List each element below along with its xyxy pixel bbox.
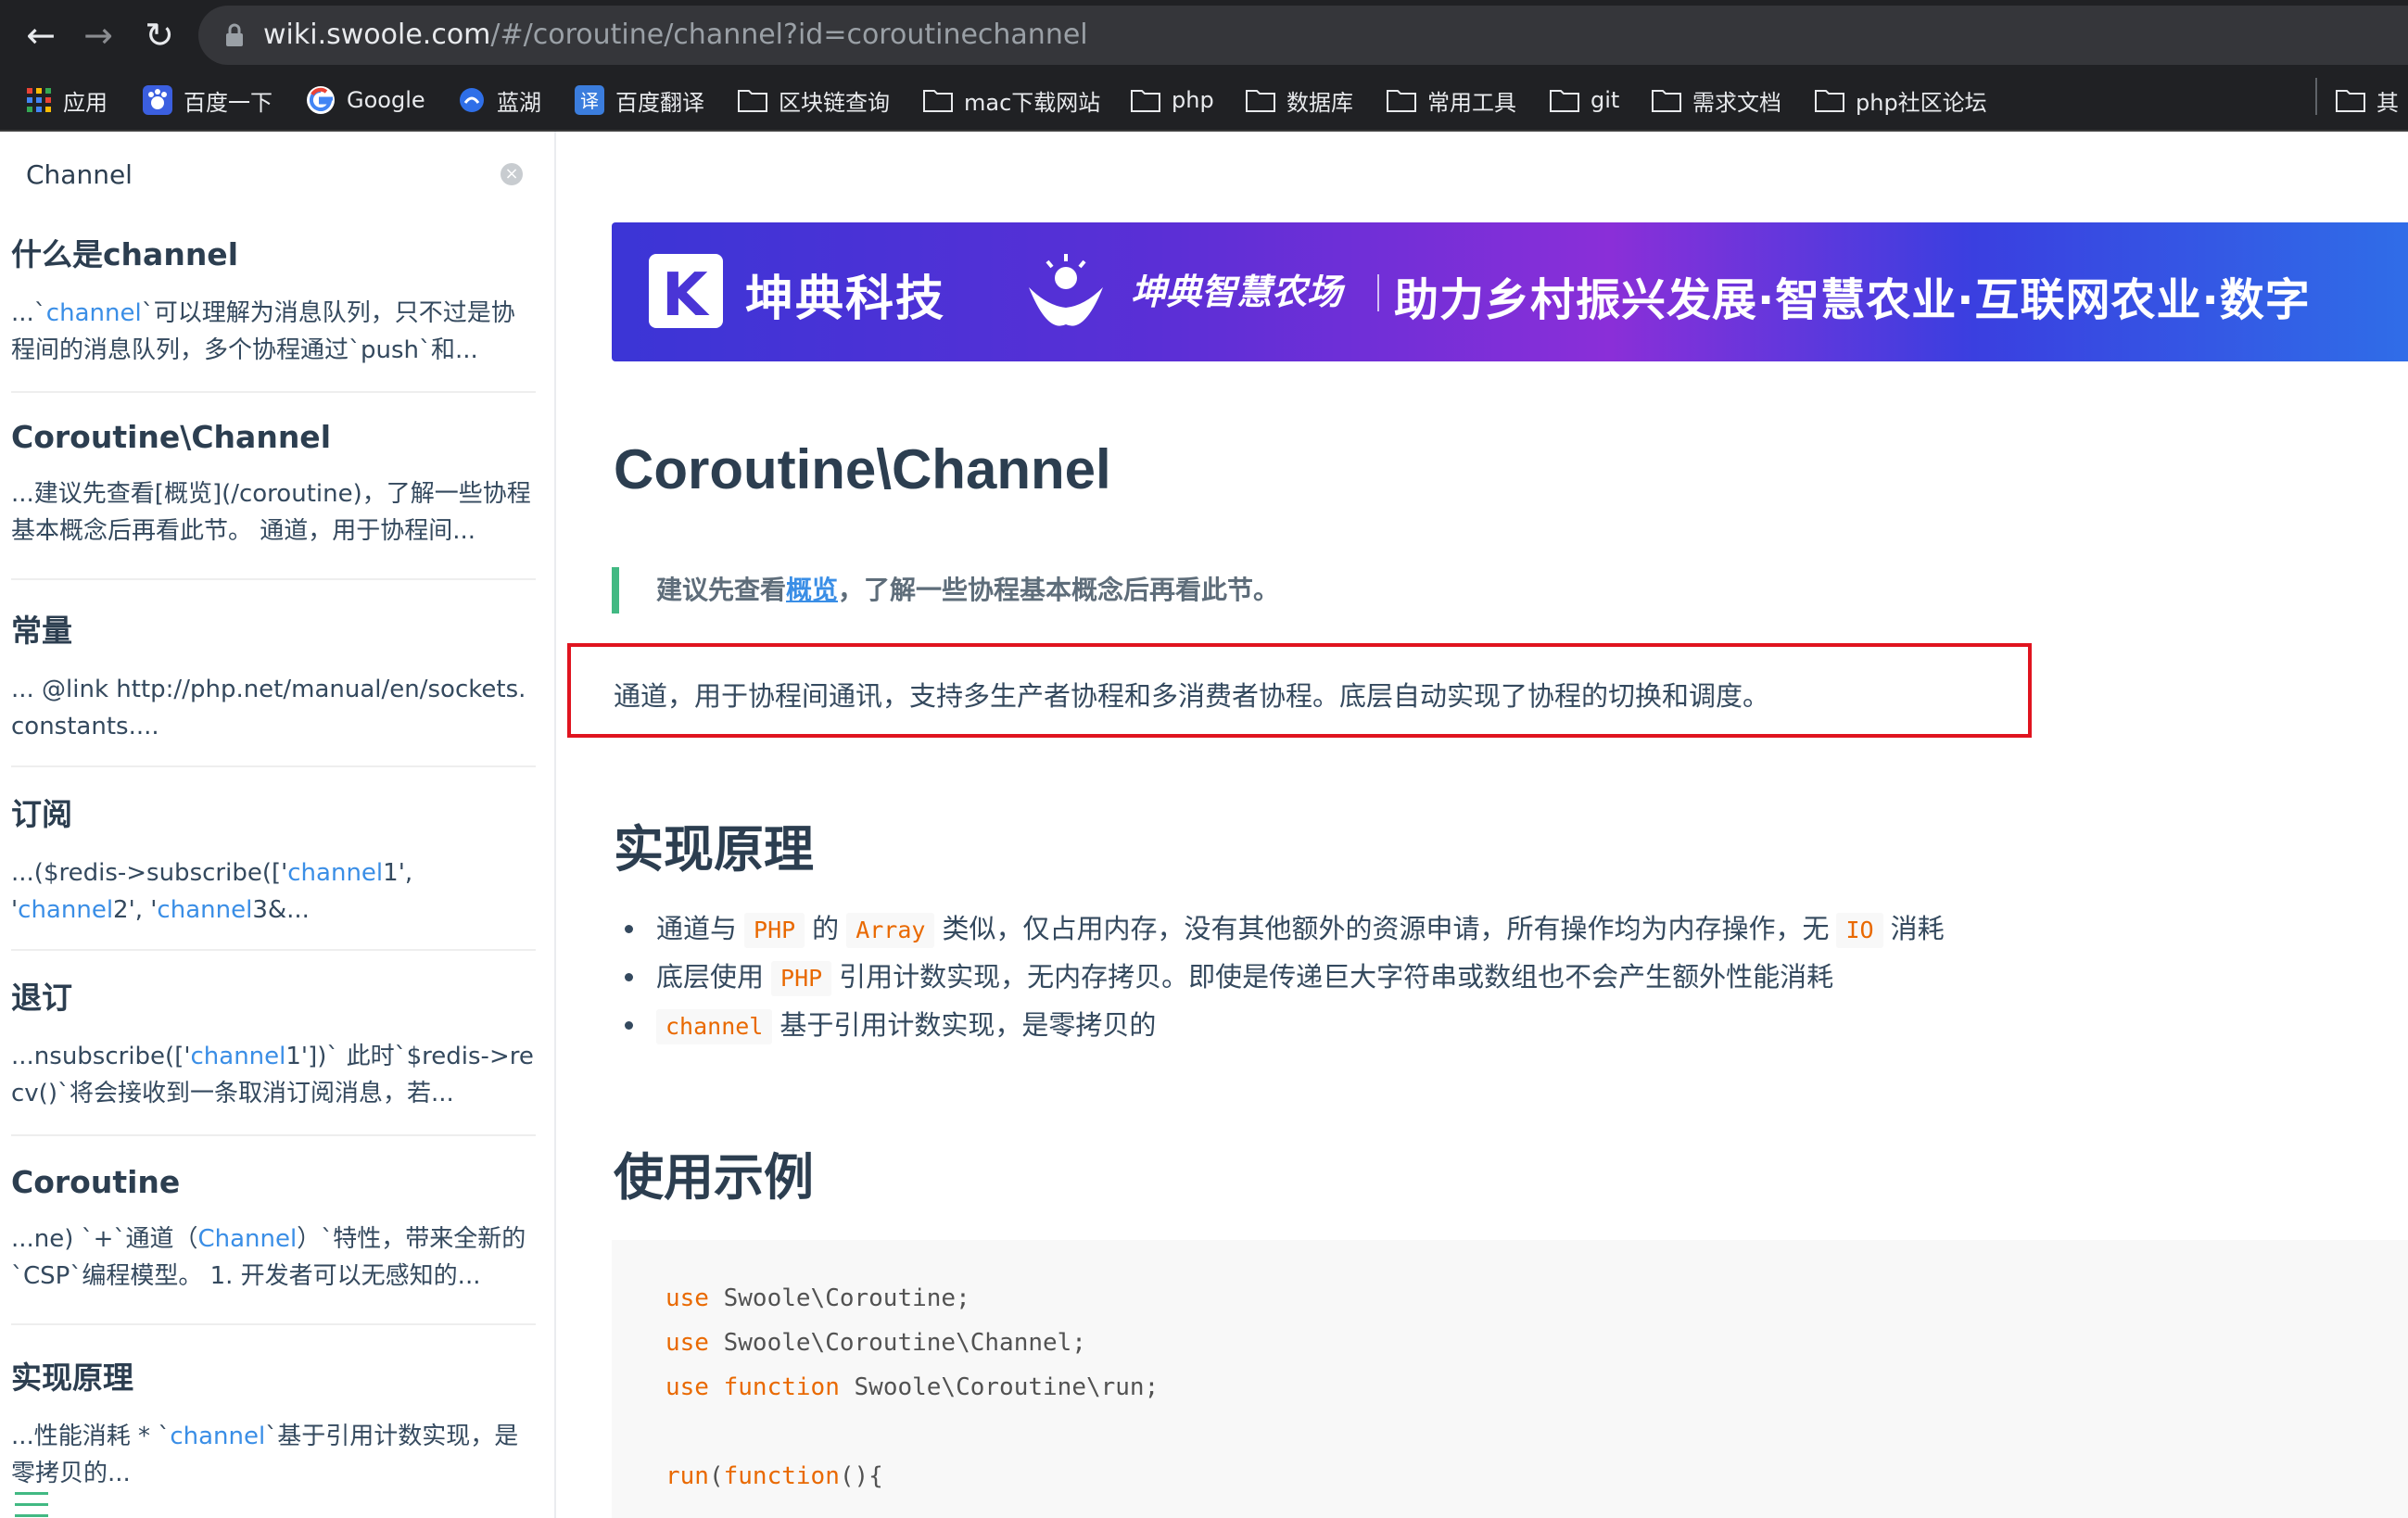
bookmark-label: php	[1172, 87, 1214, 113]
bookmark-label: 百度翻译	[615, 89, 704, 116]
bookmarks-bar: 应用 百度一下 Google 蓝湖 译 百度翻译 区块链查询 mac下载网站 p…	[0, 70, 2408, 132]
folder-icon	[1387, 90, 1416, 112]
bookmark-label: 常用工具	[1427, 89, 1516, 116]
bookmark-google[interactable]: Google	[306, 80, 425, 120]
bookmark-label: 区块链查询	[779, 89, 890, 116]
url-text[interactable]: wiki.swoole.com/#/coroutine/channel?id=c…	[263, 15, 1088, 56]
banner-divider	[1377, 274, 1379, 311]
clear-search-icon[interactable]: ×	[501, 163, 523, 185]
search-result[interactable]: 常量 ... @link http://php.net/manual/en/so…	[11, 606, 536, 767]
bookmark-label: php社区论坛	[1856, 89, 1987, 116]
folder-icon	[1246, 90, 1275, 112]
result-title: 什么是channel	[11, 236, 239, 272]
section-heading-principle: 实现原理	[614, 820, 814, 879]
result-snippet: ...nsubscribe(['channel1'])` 此时`$redis->…	[11, 1043, 534, 1107]
principle-list: 通道与 PHP 的 Array 类似，仅占用内存，没有其他额外的资源申请，所有操作均为内…	[614, 904, 1945, 1049]
folder-icon	[1550, 90, 1579, 112]
section-heading-example: 使用示例	[614, 1148, 814, 1207]
bookmark-label: 蓝湖	[497, 89, 541, 116]
intro-paragraph: 通道，用于协程间通讯，支持多生产者协程和多消费者协程。底层自动实现了协程的切换和…	[614, 680, 1770, 712]
bookmark-folder-database[interactable]: 数据库	[1246, 80, 1353, 120]
search-input[interactable]: Channel	[26, 159, 133, 190]
tip-blockquote: 建议先查看概览，了解一些协程基本概念后再看此节。	[612, 567, 1279, 614]
page-title: Coroutine\Channel	[614, 438, 1111, 500]
search-result[interactable]: Coroutine ...ne) `+`通道（Channel）`特性，带来全新的…	[11, 1164, 536, 1325]
code-line: run(function(){	[665, 1462, 883, 1490]
folder-icon	[1131, 90, 1160, 112]
menu-toggle-icon[interactable]	[15, 1492, 48, 1518]
banner-slogan: 助力乡村振兴发展·智慧农业·互联网农业·数字	[1394, 274, 2311, 326]
result-snippet: ... @link http://php.net/manual/en/socke…	[11, 676, 526, 740]
result-title: 退订	[11, 980, 72, 1016]
folder-icon	[738, 90, 767, 112]
bookmark-label: 数据库	[1286, 89, 1353, 116]
folder-icon	[2336, 90, 2365, 112]
lock-icon	[226, 23, 243, 46]
overview-link[interactable]: 概览	[786, 575, 838, 605]
bookmark-folder-other[interactable]: 其	[2336, 80, 2399, 120]
bookmark-label: 应用	[63, 89, 108, 116]
list-item: 通道与 PHP 的 Array 类似，仅占用内存，没有其他额外的资源申请，所有操作均为内…	[614, 904, 1945, 953]
list-item: 底层使用 PHP 引用计数实现，无内存拷贝。即使是传递巨大字符串或数组也不会产生额外…	[614, 953, 1945, 1001]
ad-banner[interactable]: K 坤典科技 坤典智慧农场 助力乡村振兴发展·智慧农业·互联网农业·数字	[612, 222, 2408, 361]
code-block[interactable]: use Swoole\Coroutine; use Swoole\Corouti…	[612, 1240, 2408, 1518]
search-result[interactable]: 订阅 ...($redis->subscribe(['channel1', 'c…	[11, 790, 536, 951]
folder-icon	[1652, 90, 1681, 112]
kundian-logo-icon: K	[649, 254, 723, 330]
code-line: use function Swoole\Coroutine\run;	[665, 1373, 1160, 1401]
browser-toolbar: ← → ↻ wiki.swoole.com/#/coroutine/channe…	[0, 0, 2408, 70]
back-arrow-icon[interactable]: ←	[17, 11, 65, 59]
code-line: use Swoole\Coroutine\Channel;	[665, 1329, 1086, 1357]
folder-icon	[1815, 90, 1844, 112]
result-title: Coroutine	[11, 1164, 181, 1200]
main-content: K 坤典科技 坤典智慧农场 助力乡村振兴发展·智慧农业·互联网农业·数字 Cor…	[556, 132, 2408, 1518]
result-snippet: ...建议先查看[概览](/coroutine)，了解一些协程基本概念后再看此节…	[11, 480, 531, 545]
bookmark-folder-blockchain[interactable]: 区块链查询	[738, 80, 890, 120]
apps-grid-icon	[27, 88, 51, 112]
code-line: use Swoole\Coroutine;	[665, 1284, 970, 1312]
bookmark-folder-requirements[interactable]: 需求文档	[1652, 80, 1781, 120]
bookmark-folder-php[interactable]: php	[1131, 80, 1214, 120]
bookmark-folder-php-forum[interactable]: php社区论坛	[1815, 80, 1987, 120]
bookmarks-divider	[2315, 78, 2317, 115]
bookmark-folder-git[interactable]: git	[1550, 80, 1619, 120]
result-snippet: ...`channel`可以理解为消息队列，只不过是协程间的消息队列，多个协程通…	[11, 299, 515, 364]
banner-brand: 坤典科技	[745, 272, 946, 327]
search-result[interactable]: Coroutine\Channel ...建议先查看[概览](/coroutin…	[11, 419, 536, 580]
bookmark-lanhu[interactable]: 蓝湖	[458, 80, 541, 120]
baidu-paw-icon	[143, 85, 172, 115]
google-g-icon	[307, 86, 335, 114]
bookmark-label: mac下载网站	[964, 89, 1101, 116]
result-title: 实现原理	[11, 1360, 133, 1396]
bookmark-label: git	[1591, 87, 1620, 113]
reload-icon[interactable]: ↻	[135, 11, 184, 59]
bookmark-baidu[interactable]: 百度一下	[143, 80, 272, 120]
bookmark-label: 百度一下	[184, 89, 272, 116]
search-result[interactable]: 实现原理 ...性能消耗 * `channel`基于引用计数实现，是零拷贝的..…	[11, 1353, 536, 1518]
bookmark-folder-mac[interactable]: mac下载网站	[923, 80, 1100, 120]
flower-logo-icon	[1029, 254, 1103, 326]
banner-farm: 坤典智慧农场	[1131, 272, 1343, 312]
lanhu-icon	[460, 88, 484, 112]
bookmark-baidu-translate[interactable]: 译 百度翻译	[575, 80, 704, 120]
sidebar: Channel × 什么是channel ...`channel`可以理解为消息…	[0, 132, 556, 1518]
result-title: Coroutine\Channel	[11, 419, 332, 455]
translate-icon: 译	[575, 85, 604, 115]
bookmark-apps[interactable]: 应用	[26, 80, 108, 120]
folder-icon	[923, 90, 953, 112]
result-snippet: ...性能消耗 * `channel`基于引用计数实现，是零拷贝的...	[11, 1423, 519, 1487]
result-snippet: ...($redis->subscribe(['channel1', 'chan…	[11, 859, 413, 924]
bookmark-label: 需求文档	[1692, 89, 1781, 116]
result-title: 常量	[11, 613, 72, 649]
bookmark-label: 其	[2376, 89, 2399, 116]
search-result[interactable]: 退订 ...nsubscribe(['channel1'])` 此时`$redi…	[11, 973, 536, 1136]
search-result[interactable]: 什么是channel ...`channel`可以理解为消息队列，只不过是协程间…	[11, 230, 536, 393]
bookmark-label: Google	[347, 87, 425, 113]
list-item: channel 基于引用计数实现，是零拷贝的	[614, 1001, 1945, 1049]
result-snippet: ...ne) `+`通道（Channel）`特性，带来全新的`CSP`编程模型。…	[11, 1225, 526, 1290]
svg-text:译: 译	[580, 90, 599, 112]
forward-arrow-icon[interactable]: →	[74, 11, 122, 59]
result-title: 订阅	[11, 796, 72, 832]
bookmark-folder-tools[interactable]: 常用工具	[1387, 80, 1516, 120]
